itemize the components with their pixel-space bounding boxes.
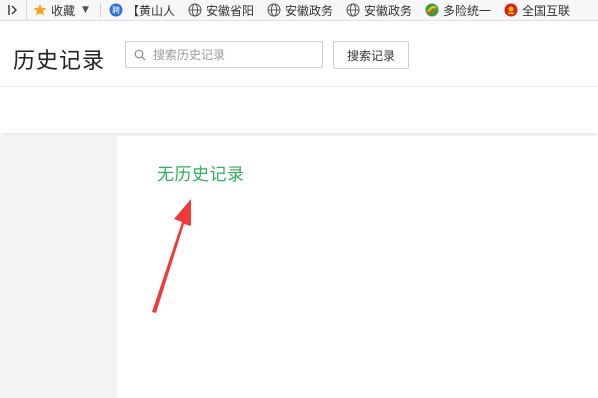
annotation-arrow-icon — [152, 199, 191, 313]
